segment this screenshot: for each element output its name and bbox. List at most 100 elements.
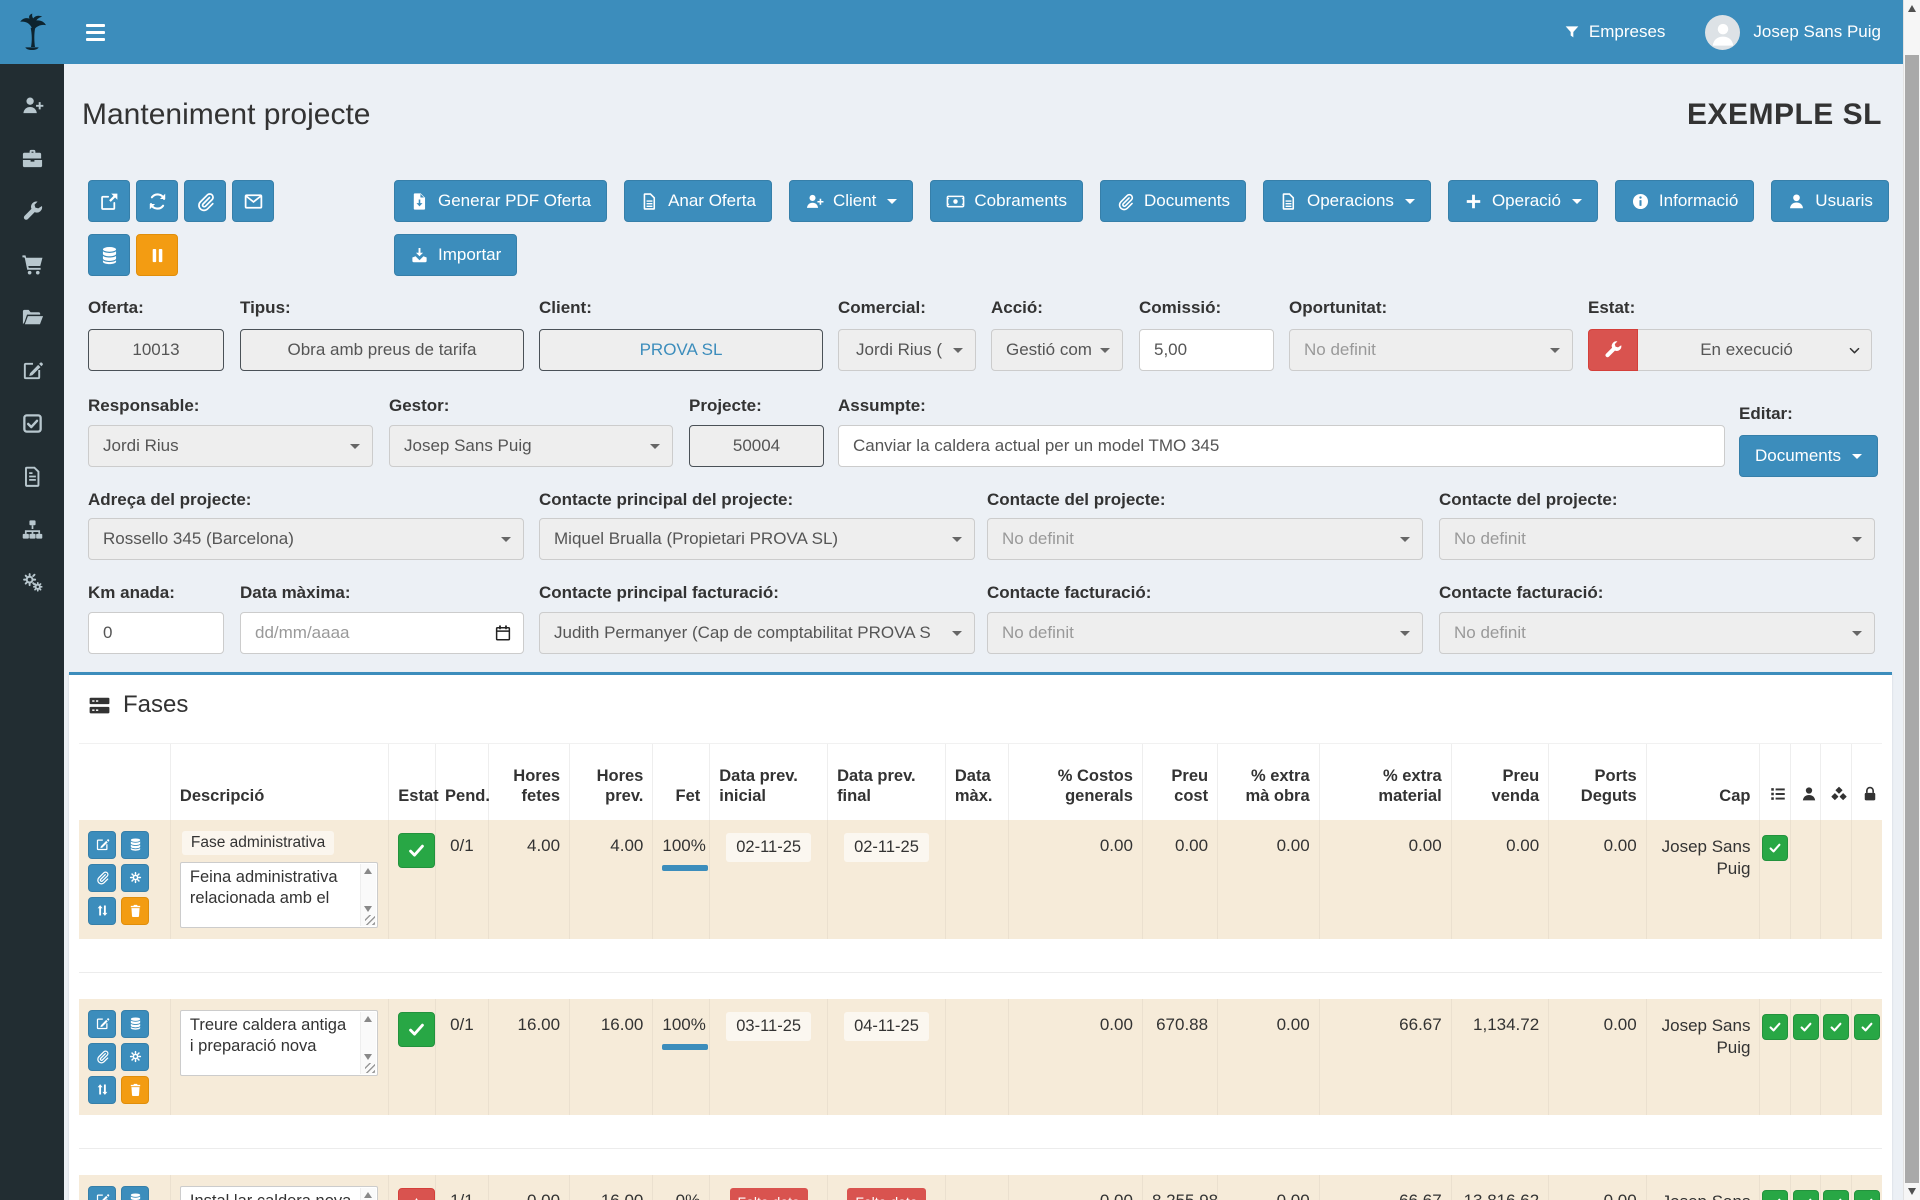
user-menu[interactable]: Josep Sans Puig: [1705, 15, 1881, 50]
importar-button[interactable]: Importar: [394, 234, 517, 276]
sidebar-item-sitemap[interactable]: [0, 503, 64, 556]
km-anada-control[interactable]: 0: [88, 612, 224, 654]
documents-dropdown-button[interactable]: Documents: [1739, 435, 1878, 477]
fase-fet-cell: 100%: [653, 999, 710, 1115]
fase-attachment-button[interactable]: [88, 1043, 116, 1071]
fase-gear-button[interactable]: [121, 864, 149, 892]
cobraments-button[interactable]: Cobraments: [930, 180, 1083, 222]
falta-data-badge: Falta data: [847, 1188, 925, 1200]
fase-database-button[interactable]: [121, 831, 149, 859]
app-logo[interactable]: [0, 0, 64, 64]
flag-check-button[interactable]: [1762, 1014, 1788, 1040]
sidebar-item-wrench[interactable]: [0, 185, 64, 238]
contacte-del-projecte-control[interactable]: No definit: [1439, 518, 1875, 560]
contacte-facturació-control[interactable]: No definit: [1439, 612, 1875, 654]
operació-button[interactable]: Operació: [1448, 180, 1598, 222]
assumpte-control[interactable]: Canviar la caldera actual per un model T…: [838, 425, 1725, 467]
flag-check-button[interactable]: [1823, 1014, 1849, 1040]
scrollbar-thumb[interactable]: [1905, 55, 1919, 1183]
flag-check-button[interactable]: [1793, 1014, 1819, 1040]
textarea-scrollbar[interactable]: [360, 1188, 376, 1200]
fase-edit-button[interactable]: [88, 831, 116, 859]
vertical-scrollbar[interactable]: [1903, 0, 1920, 1200]
document-icon: [21, 465, 44, 488]
fase-database-button[interactable]: [121, 1010, 149, 1038]
flag-check-button[interactable]: [1854, 1190, 1880, 1200]
fase-sort-button[interactable]: [88, 1076, 116, 1104]
scroll-down-button[interactable]: [1904, 1183, 1920, 1200]
email-button[interactable]: [232, 180, 274, 222]
sidebar-item-user-plus[interactable]: [0, 79, 64, 132]
informació-button[interactable]: Informació: [1615, 180, 1754, 222]
fase-flag-cell-1: [1790, 820, 1820, 939]
fase-sort-button[interactable]: [88, 897, 116, 925]
contacte-facturació-control[interactable]: No definit: [987, 612, 1423, 654]
resize-grip[interactable]: [365, 915, 375, 925]
client-control[interactable]: PROVA SL: [539, 329, 823, 371]
estat-done-button[interactable]: [398, 833, 435, 868]
generar-pdf-oferta-button[interactable]: Generar PDF Oferta: [394, 180, 607, 222]
resize-grip[interactable]: [365, 1063, 375, 1073]
sidebar-item-edit[interactable]: [0, 344, 64, 397]
check-icon: [1799, 1196, 1813, 1200]
scroll-up-arrow-icon: [364, 868, 372, 874]
flag-check-button[interactable]: [1793, 1190, 1819, 1200]
contacte-principal-facturació-control[interactable]: Judith Permanyer (Cap de comptabilitat P…: [539, 612, 975, 654]
pause-button[interactable]: [136, 234, 178, 276]
contacte-del-projecte-control[interactable]: No definit: [987, 518, 1423, 560]
usuaris-button[interactable]: Usuaris: [1771, 180, 1889, 222]
acció-control[interactable]: Gestió com: [991, 329, 1123, 371]
fase-database-button[interactable]: [121, 1186, 149, 1200]
anar-oferta-button[interactable]: Anar Oferta: [624, 180, 772, 222]
estat-select[interactable]: En execució: [1638, 329, 1872, 371]
sidebar-item-briefcase[interactable]: [0, 132, 64, 185]
estat-done-button[interactable]: [398, 1012, 435, 1047]
sidebar-item-document[interactable]: [0, 450, 64, 503]
attachment-button[interactable]: [184, 180, 226, 222]
client-button[interactable]: Client: [789, 180, 913, 222]
contacte-principal-del-projecte-control[interactable]: Miquel Brualla (Propietari PROVA SL): [539, 518, 975, 560]
sidebar-item-gears[interactable]: [0, 556, 64, 609]
fase-edit-button[interactable]: [88, 1010, 116, 1038]
comissió-control[interactable]: 5,00: [1139, 329, 1274, 371]
fase-gear-button[interactable]: [121, 1043, 149, 1071]
sidebar-item-folder-open[interactable]: [0, 291, 64, 344]
flag-check-button[interactable]: [1762, 835, 1788, 861]
fase-description-textarea[interactable]: Feina administrativa relacionada amb el: [180, 862, 378, 928]
fase-data-max-cell: [945, 999, 1008, 1115]
sidebar-item-cart[interactable]: [0, 238, 64, 291]
fase-attachment-button[interactable]: [88, 864, 116, 892]
adreça-del-projecte-control[interactable]: Rossello 345 (Barcelona): [88, 518, 524, 560]
operacions-button[interactable]: Operacions: [1263, 180, 1431, 222]
menu-toggle-button[interactable]: [84, 12, 128, 52]
fase-description-cell: Treure caldera antiga i preparació nova: [170, 999, 388, 1115]
gestor-control[interactable]: Josep Sans Puig: [389, 425, 673, 467]
scroll-up-button[interactable]: [1904, 0, 1920, 17]
date-value: 02-11-25: [726, 833, 811, 862]
estat-wrench-button[interactable]: [1588, 329, 1638, 371]
refresh-button[interactable]: [136, 180, 178, 222]
documents-button[interactable]: Documents: [1100, 180, 1246, 222]
fase-trash-button[interactable]: [121, 1076, 149, 1104]
sidebar-item-check-square[interactable]: [0, 397, 64, 450]
money-icon: [946, 192, 965, 211]
data-màxima-control[interactable]: dd/mm/aaaa: [240, 612, 524, 654]
fases-panel: Fases DescripcióEstatPend.Hores fetesHor…: [69, 672, 1892, 1200]
flag-check-button[interactable]: [1762, 1190, 1788, 1200]
fase-hores-prev-cell: 16.00: [570, 1175, 653, 1200]
companies-filter-button[interactable]: Empreses: [1564, 22, 1666, 42]
fase-description-textarea[interactable]: Treure caldera antiga i preparació nova: [180, 1010, 378, 1076]
fase-description-textarea[interactable]: Instal.lar caldera nova: [180, 1186, 378, 1200]
editar-label: Editar:: [1739, 404, 1855, 424]
estat-warning-button[interactable]: [398, 1188, 435, 1200]
oportunitat-control[interactable]: No definit: [1289, 329, 1573, 371]
fase-trash-button[interactable]: [121, 897, 149, 925]
flag-check-button[interactable]: [1854, 1014, 1880, 1040]
share-button[interactable]: [88, 180, 130, 222]
fase-edit-button[interactable]: [88, 1186, 116, 1200]
flag-check-button[interactable]: [1823, 1190, 1849, 1200]
attachment-icon: [195, 191, 216, 212]
comercial-control[interactable]: Jordi Rius (: [838, 329, 976, 371]
database-button[interactable]: [88, 234, 130, 276]
responsable-control[interactable]: Jordi Rius: [88, 425, 373, 467]
